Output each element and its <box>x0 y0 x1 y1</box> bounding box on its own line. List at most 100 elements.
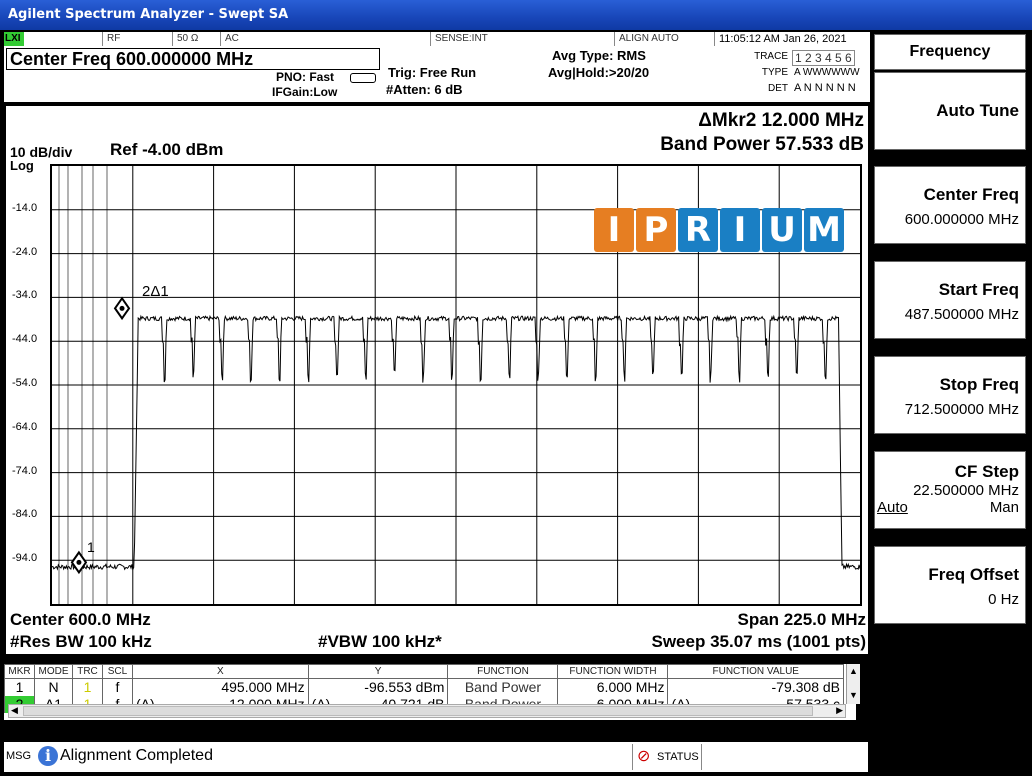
settings-header: Center Freq 600.000000 MHz PNO: Fast IFG… <box>4 46 870 102</box>
y-tick-label: -44.0 <box>12 333 38 346</box>
freq-offset-button[interactable]: Freq Offset 0 Hz <box>874 546 1026 624</box>
y-tick-label: -84.0 <box>12 508 38 521</box>
scroll-up-icon[interactable]: ▲ <box>847 664 860 678</box>
hscroll-thumb[interactable] <box>23 706 813 716</box>
marker2-label: 2Δ1 <box>142 283 169 300</box>
det-label: DET <box>768 83 788 94</box>
col-mode: MODE <box>34 664 73 679</box>
start-freq-key-label: Start Freq <box>938 280 1019 299</box>
logo-letter: U <box>762 208 802 252</box>
stop-freq-key-value: 712.500000 MHz <box>904 401 1019 418</box>
auto-tune-label: Auto Tune <box>936 101 1019 120</box>
x-cell: 495.000 MHz <box>162 678 309 696</box>
table-hscrollbar[interactable]: ◀ ▶ <box>8 704 846 718</box>
atten-label: #Atten: 6 dB <box>386 82 463 97</box>
y-tick-label: -74.0 <box>12 464 38 477</box>
det-value: A N N N N N <box>794 82 856 94</box>
marker-2-dot <box>119 305 125 311</box>
spectrum-display: 10 dB/div Log Ref -4.00 dBm ΔMkr2 12.000… <box>4 104 870 656</box>
status-panel[interactable]: ⊘ STATUS <box>632 744 702 770</box>
delta-marker-readout: ΔMkr2 12.000 MHz <box>698 110 864 131</box>
auto-man-toggle[interactable]: Auto Man <box>875 499 1019 517</box>
col-function: FUNCTION <box>447 664 559 679</box>
col-function-width: FUNCTION WIDTH <box>557 664 669 679</box>
type-value: A WWWWWW <box>794 67 860 78</box>
marker-1-dot <box>76 559 82 565</box>
span-label: Span 225.0 MHz <box>737 610 867 629</box>
freq-offset-key-label: Freq Offset <box>928 565 1019 584</box>
window-title: Agilent Spectrum Analyzer - Swept SA <box>8 7 289 22</box>
type-label: TYPE <box>761 67 788 78</box>
avg-type-label: Avg Type: RMS <box>552 48 646 63</box>
rbw-label: #Res BW 100 kHz <box>10 632 152 651</box>
cf-step-key-label: CF Step <box>954 462 1019 481</box>
col-function-value: FUNCTION VALUE <box>667 664 844 679</box>
center-freq-key-value: 600.000000 MHz <box>904 211 1019 228</box>
y-tick-label: -54.0 <box>12 377 38 389</box>
trace-numbers: 1 2 3 4 5 6 <box>792 50 855 66</box>
function-cell: Band Power <box>447 678 559 696</box>
ref-level-label: Ref -4.00 dBm <box>110 140 224 159</box>
value-prefix-cell <box>667 678 698 696</box>
x-prefix-cell <box>132 678 163 696</box>
marker1-label: 1 <box>87 539 95 555</box>
center-freq-display[interactable]: Center Freq 600.000000 MHz <box>6 48 380 70</box>
start-freq-button[interactable]: Start Freq 487.500000 MHz <box>874 261 1026 339</box>
msg-label: MSG <box>6 750 32 762</box>
center-freq-button[interactable]: Center Freq 600.000000 MHz <box>874 166 1026 244</box>
sense-label: SENSE:INT <box>430 32 500 46</box>
col-x: X <box>132 664 309 679</box>
col-mkr: MKR <box>4 664 35 679</box>
pno-label: PNO: Fast <box>276 70 335 84</box>
trace-label: TRACE <box>754 51 788 62</box>
softkey-panel: Frequency Auto Tune Center Freq 600.0000… <box>872 32 1028 742</box>
trc-cell: 1 <box>72 678 103 696</box>
logo-letter: M <box>804 208 844 252</box>
message-bar: MSG i Alignment Completed ⊘ STATUS <box>4 742 868 772</box>
auto-tune-button[interactable]: Auto Tune <box>874 72 1026 150</box>
sweep-label: Sweep 35.07 ms (1001 pts) <box>651 632 866 651</box>
window-titlebar: Agilent Spectrum Analyzer - Swept SA <box>0 0 1032 30</box>
logo-letter: I <box>720 208 760 252</box>
stop-freq-button[interactable]: Stop Freq 712.500000 MHz <box>874 356 1026 434</box>
y-tick-label: -94.0 <box>12 552 38 565</box>
col-y: Y <box>307 664 449 679</box>
gate-icon <box>350 73 376 83</box>
trace-status-box: TRACE 1 2 3 4 5 6 TYPE A WWWWWW DET A N … <box>752 48 868 96</box>
marker-row-1[interactable]: 1 N 1 f 495.000 MHz -96.553 dBm Band Pow… <box>4 678 844 696</box>
y-tick-label: -34.0 <box>12 289 38 302</box>
ifgain-label: IFGain:Low <box>272 85 338 99</box>
function-width-cell: 6.000 MHz <box>557 678 669 696</box>
band-power-readout: Band Power 57.533 dB <box>660 134 864 155</box>
cf-step-button[interactable]: CF Step 22.500000 MHz Auto Man <box>874 451 1026 529</box>
logo-letter: P <box>636 208 676 252</box>
start-freq-key-value: 487.500000 MHz <box>904 306 1019 323</box>
scroll-right-icon[interactable]: ▶ <box>836 705 843 716</box>
iprium-logo: IPRIUM <box>594 208 844 252</box>
scroll-left-icon[interactable]: ◀ <box>11 705 18 716</box>
y-cell: -96.553 dBm <box>338 678 449 696</box>
status-label: STATUS <box>657 751 699 763</box>
stop-freq-key-label: Stop Freq <box>939 375 1019 394</box>
freq-offset-key-value: 0 Hz <box>988 591 1019 608</box>
info-icon: i <box>38 746 58 766</box>
rf-input-label: RF <box>102 32 172 46</box>
mkr-cell: 1 <box>4 678 35 696</box>
scl-cell: f <box>102 678 133 696</box>
lxi-indicator: LXI <box>4 32 24 46</box>
menu-title: Frequency <box>874 34 1026 70</box>
impedance-label: 50 Ω <box>172 32 220 46</box>
marker-table: MKR MODE TRC SCL X Y FUNCTION FUNCTION W… <box>4 664 860 720</box>
table-vscrollbar[interactable]: ▲ ▼ <box>846 664 860 704</box>
scroll-down-icon[interactable]: ▼ <box>847 688 860 702</box>
auto-option[interactable]: Auto <box>877 499 908 516</box>
avg-hold-label: Avg|Hold:>20/20 <box>548 65 650 80</box>
y-tick-label: -24.0 <box>12 245 38 258</box>
y-axis-labels: -14.0 -24.0 -34.0 -44.0 -54.0 -64.0 -74.… <box>6 106 50 658</box>
y-prefix-cell <box>307 678 339 696</box>
col-scl: SCL <box>102 664 133 679</box>
cf-step-key-value: 22.500000 MHz <box>913 482 1019 499</box>
status-row: LXI RF 50 Ω AC SENSE:INT ALIGN AUTO 11:0… <box>4 32 870 46</box>
man-option[interactable]: Man <box>990 499 1019 516</box>
speaker-muted-icon: ⊘ <box>637 748 651 765</box>
